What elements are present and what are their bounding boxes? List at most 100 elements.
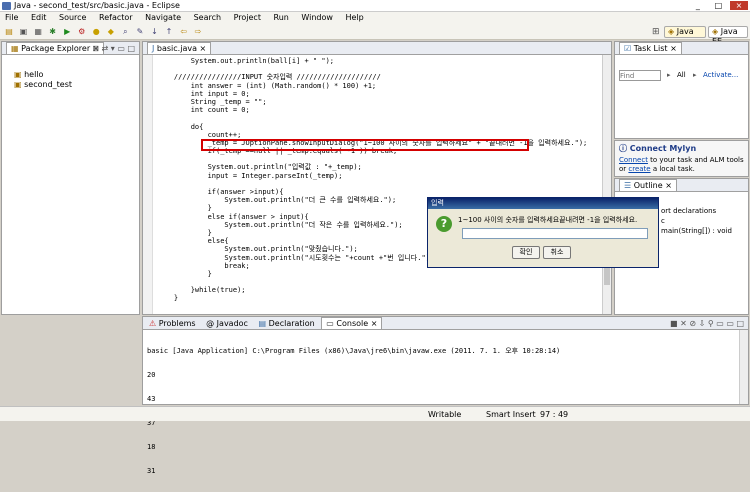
code-line: int input = 0; (157, 89, 250, 98)
package-explorer-panel: ▦ Package Explorer × ⊟ ⇄ ▾ ▭ □ ▣ hello ▣… (1, 41, 140, 315)
task-filter-all[interactable]: All (677, 71, 686, 79)
menu-run[interactable]: Run (269, 12, 294, 24)
view-menu-icon[interactable]: ▾ (111, 44, 115, 53)
run-icon[interactable]: ▶ (62, 27, 72, 37)
menu-file[interactable]: File (0, 12, 23, 24)
close-tab-icon[interactable]: × (371, 319, 378, 328)
dialog-input[interactable] (462, 228, 648, 239)
declaration-icon: ▤ (258, 319, 269, 328)
next-annotation-icon[interactable]: ↓ (149, 27, 159, 37)
menu-project[interactable]: Project (229, 12, 266, 24)
mylyn-or: or (619, 165, 629, 173)
new-class-icon[interactable]: ● (91, 27, 101, 37)
maximize-view-icon[interactable]: □ (127, 44, 135, 53)
menu-navigate[interactable]: Navigate (140, 12, 186, 24)
filter-icon[interactable]: ▸ (667, 71, 671, 79)
minimize-button[interactable]: _ (689, 1, 707, 10)
console-header: basic [Java Application] C:\Program File… (147, 347, 561, 355)
dialog-message: 1~100 사이의 숫자를 입력하세요끝내려면 -1을 입력하세요. (458, 216, 638, 224)
menu-help[interactable]: Help (341, 12, 369, 24)
tree-item[interactable]: ▣ second_test (14, 80, 139, 90)
external-tools-icon[interactable]: ⚙ (77, 27, 87, 37)
prev-annotation-icon[interactable]: ↑ (164, 27, 174, 37)
code-line: do{ (157, 122, 204, 131)
project-name: hello (24, 70, 44, 79)
outline-item[interactable]: c (661, 216, 748, 226)
outline-tab[interactable]: ☰ Outline × (619, 179, 677, 191)
back-icon[interactable]: ⇦ (179, 27, 189, 37)
code-line: ////////////////INPUT 숫자입력 /////////////… (157, 73, 381, 82)
code-line: System.out.println(ball[i] + " "); (157, 57, 335, 65)
terminate-icon[interactable]: ■ (670, 319, 678, 328)
perspective-javaee[interactable]: ◈ Java EE (708, 26, 748, 46)
close-window-button[interactable]: × (730, 1, 748, 10)
code-line: }while(true); (157, 286, 246, 295)
menu-refactor[interactable]: Refactor (94, 12, 138, 24)
console-line: 18 (147, 443, 156, 451)
code-line: input = Integer.parseInt(_temp); (157, 171, 343, 180)
editor-tab-basic-java[interactable]: J basic.java × (147, 42, 212, 54)
console-icon: ▭ (326, 319, 337, 328)
new-file-icon[interactable]: ▤ (4, 27, 14, 37)
task-list-tab[interactable]: ☑ Task List × (619, 42, 682, 54)
create-link[interactable]: create (628, 165, 650, 173)
link-editor-icon[interactable]: ⇄ (102, 44, 109, 53)
code-area[interactable]: System.out.println(ball[i] + " "); /////… (157, 57, 597, 313)
package-explorer-tab[interactable]: ▦ Package Explorer × (6, 42, 105, 54)
cancel-button[interactable]: 취소 (543, 246, 571, 259)
perspective-java[interactable]: ◈ Java (664, 26, 706, 38)
forward-icon[interactable]: ⇨ (193, 27, 203, 37)
editor-tab-label: basic.java (156, 44, 197, 53)
menu-bar: File Edit Source Refactor Navigate Searc… (0, 12, 750, 24)
code-line: if(answer >input){ (157, 188, 284, 196)
mylyn-text-1: to your task and ALM tools (647, 156, 744, 164)
minimize-view-icon[interactable]: ▭ (117, 44, 125, 53)
print-icon[interactable]: ▦ (33, 27, 43, 37)
activate-link[interactable]: Activate... (703, 71, 738, 79)
display-console-icon[interactable]: ▭ (716, 319, 724, 328)
outline-item[interactable]: ort declarations (661, 206, 748, 216)
close-tab-icon[interactable]: × (665, 181, 672, 190)
connect-link[interactable]: Connect (619, 156, 648, 164)
project-folder-icon: ▣ (14, 70, 25, 79)
menu-source[interactable]: Source (54, 12, 91, 24)
tab-declaration[interactable]: ▤ Declaration (255, 318, 319, 330)
maximize-view-icon[interactable]: □ (736, 319, 744, 328)
tree-item[interactable]: ▣ hello (14, 70, 139, 80)
debug-icon[interactable]: ✱ (48, 27, 58, 37)
tab-javadoc[interactable]: @ Javadoc (202, 318, 252, 330)
menu-search[interactable]: Search (189, 12, 226, 24)
code-line: System.out.println("입력값 : "+_temp); (157, 163, 362, 172)
highlight-box (201, 139, 529, 151)
pin-console-icon[interactable]: ⚲ (708, 319, 714, 328)
mylyn-panel: ⓘ Connect Mylyn Connect to your task and… (614, 140, 749, 177)
menu-edit[interactable]: Edit (26, 12, 52, 24)
eclipse-app-icon (2, 2, 11, 10)
minimize-view-icon[interactable]: ▭ (726, 319, 734, 328)
console-panel: ⚠ Problems @ Javadoc ▤ Declaration ▭ Con… (142, 316, 749, 475)
task-find-input[interactable] (619, 70, 661, 81)
tab-problems[interactable]: ⚠ Problems (145, 318, 200, 330)
ok-button[interactable]: 확인 (512, 246, 540, 259)
search-icon[interactable]: ⌕ (120, 27, 130, 37)
scroll-lock-icon[interactable]: ⇩ (699, 319, 706, 328)
open-perspective-icon[interactable]: ⊞ (652, 26, 662, 38)
menu-window[interactable]: Window (296, 12, 338, 24)
code-line: String _temp = ""; (157, 97, 267, 106)
outline-item[interactable]: main(String[]) : void (661, 226, 748, 236)
editor-scrollbar[interactable] (602, 55, 611, 314)
toggle-mark-icon[interactable]: ✎ (135, 27, 145, 37)
editor-ruler (143, 55, 153, 314)
close-tab-icon[interactable]: × (200, 44, 207, 53)
clear-console-icon[interactable]: ⊘ (689, 319, 696, 328)
tab-console[interactable]: ▭ Console × (321, 317, 383, 329)
console-scrollbar[interactable] (739, 330, 748, 404)
open-type-icon[interactable]: ◆ (106, 27, 116, 37)
title-bar: Java - second_test/src/basic.java - Ecli… (0, 0, 750, 12)
collapse-all-icon[interactable]: ⊟ (92, 44, 99, 53)
close-tab-icon[interactable]: × (670, 44, 677, 53)
save-icon[interactable]: ▣ (19, 27, 29, 37)
remove-launch-icon[interactable]: ✕ (680, 319, 687, 328)
maximize-button[interactable]: □ (709, 1, 727, 10)
view-actions: ⊟ ⇄ ▾ ▭ □ (92, 44, 135, 53)
